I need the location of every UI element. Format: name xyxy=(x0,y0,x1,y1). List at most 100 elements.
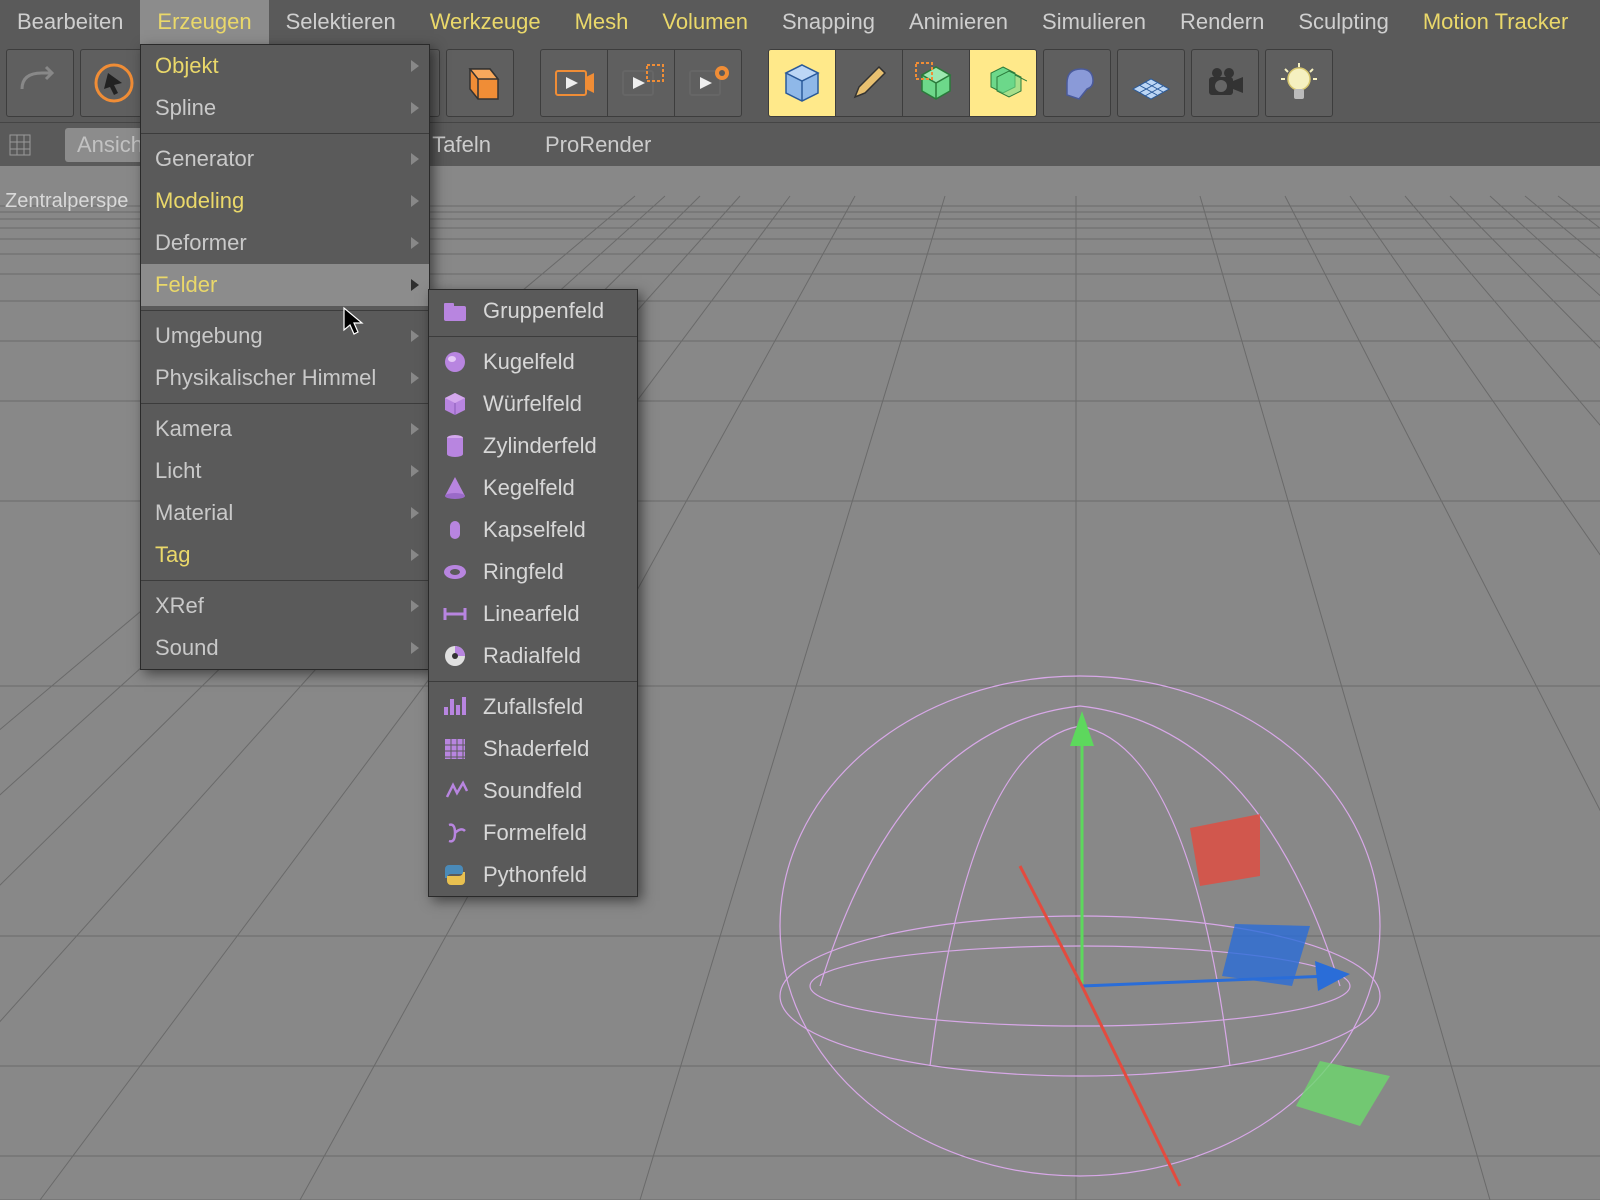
menuitem-felder[interactable]: Felder xyxy=(141,264,429,306)
menu-erzeugen[interactable]: Erzeugen xyxy=(140,0,268,44)
layout-anim-button[interactable] xyxy=(969,49,1037,117)
select-tool-button[interactable] xyxy=(80,49,148,117)
fielditem-soundfeld[interactable]: Soundfeld xyxy=(429,770,637,812)
grid-button[interactable] xyxy=(1117,49,1185,117)
cylinder-icon xyxy=(441,432,469,460)
fielditem-radialfeld[interactable]: Radialfeld xyxy=(429,635,637,677)
field-label: Soundfeld xyxy=(483,778,582,804)
render-region-button[interactable] xyxy=(607,49,675,117)
layout-uv-button[interactable] xyxy=(902,49,970,117)
torus-icon xyxy=(441,558,469,586)
field-label: Kegelfeld xyxy=(483,475,575,501)
shader-icon xyxy=(441,735,469,763)
menuitem-generator[interactable]: Generator xyxy=(141,138,429,180)
menu-motion-tracker[interactable]: Motion Tracker xyxy=(1406,0,1586,44)
menuitem-licht[interactable]: Licht xyxy=(141,450,429,492)
fielditem-zylinderfeld[interactable]: Zylinderfeld xyxy=(429,425,637,467)
field-label: Zylinderfeld xyxy=(483,433,597,459)
menuitem-umgebung[interactable]: Umgebung xyxy=(141,315,429,357)
viewbar-tafeln[interactable]: Tafeln xyxy=(420,128,503,162)
menuitem-material[interactable]: Material xyxy=(141,492,429,534)
chevron-right-icon xyxy=(411,102,419,114)
field-label: Kugelfeld xyxy=(483,349,575,375)
cone-icon xyxy=(441,474,469,502)
fielditem-zufallsfeld[interactable]: Zufallsfeld xyxy=(429,686,637,728)
field-label: Ringfeld xyxy=(483,559,564,585)
menuitem-xref[interactable]: XRef xyxy=(141,585,429,627)
menu-werkzeuge[interactable]: Werkzeuge xyxy=(413,0,558,44)
menuitem-kamera[interactable]: Kamera xyxy=(141,408,429,450)
chevron-right-icon xyxy=(411,600,419,612)
menuitem-physikalischer-himmel[interactable]: Physikalischer Himmel xyxy=(141,357,429,399)
sphere-icon xyxy=(441,348,469,376)
chevron-right-icon xyxy=(411,465,419,477)
chevron-right-icon xyxy=(411,237,419,249)
render-settings-button[interactable] xyxy=(674,49,742,117)
fielditem-kugelfeld[interactable]: Kugelfeld xyxy=(429,341,637,383)
sound-icon xyxy=(441,777,469,805)
chevron-right-icon xyxy=(411,642,419,654)
python-icon xyxy=(441,861,469,889)
shading-button[interactable] xyxy=(1043,49,1111,117)
fielditem-gruppenfeld[interactable]: Gruppenfeld xyxy=(429,290,637,332)
field-label: Würfelfeld xyxy=(483,391,582,417)
radial-icon xyxy=(441,642,469,670)
menuitem-objekt[interactable]: Objekt xyxy=(141,45,429,87)
menu-selektieren[interactable]: Selektieren xyxy=(269,0,413,44)
chevron-right-icon xyxy=(411,279,419,291)
menuitem-modeling[interactable]: Modeling xyxy=(141,180,429,222)
render-frame-button[interactable] xyxy=(540,49,608,117)
field-label: Pythonfeld xyxy=(483,862,587,888)
felder-submenu[interactable]: Gruppenfeld Kugelfeld Würfelfeld Zylinderfe… xyxy=(428,289,638,897)
menu-sculpting[interactable]: Sculpting xyxy=(1281,0,1406,44)
menuitem-tag[interactable]: Tag xyxy=(141,534,429,576)
field-label: Shaderfeld xyxy=(483,736,589,762)
undo-button[interactable] xyxy=(6,49,74,117)
field-label: Gruppenfeld xyxy=(483,298,604,324)
viewbar-prorender[interactable]: ProRender xyxy=(533,128,663,162)
menu-mesh[interactable]: Mesh xyxy=(558,0,646,44)
linear-icon xyxy=(441,600,469,628)
erzeugen-menu[interactable]: ObjektSpline GeneratorModelingDeformerFel… xyxy=(140,44,430,670)
capsule-icon xyxy=(441,516,469,544)
grid-icon xyxy=(5,130,35,160)
menu-volumen[interactable]: Volumen xyxy=(645,0,765,44)
menu-snapping[interactable]: Snapping xyxy=(765,0,892,44)
menuitem-spline[interactable]: Spline xyxy=(141,87,429,129)
folder-icon xyxy=(441,297,469,325)
chevron-right-icon xyxy=(411,195,419,207)
fielditem-formelfeld[interactable]: Formelfeld xyxy=(429,812,637,854)
random-icon xyxy=(441,693,469,721)
fielditem-kegelfeld[interactable]: Kegelfeld xyxy=(429,467,637,509)
cube-icon xyxy=(441,390,469,418)
light-button[interactable] xyxy=(1265,49,1333,117)
field-label: Linearfeld xyxy=(483,601,580,627)
formula-icon xyxy=(441,819,469,847)
chevron-right-icon xyxy=(411,423,419,435)
menu-animieren[interactable]: Animieren xyxy=(892,0,1025,44)
field-label: Kapselfeld xyxy=(483,517,586,543)
menuitem-deformer[interactable]: Deformer xyxy=(141,222,429,264)
fielditem-ringfeld[interactable]: Ringfeld xyxy=(429,551,637,593)
fielditem-kapselfeld[interactable]: Kapselfeld xyxy=(429,509,637,551)
layout-model-button[interactable] xyxy=(768,49,836,117)
menubar: BearbeitenErzeugenSelektierenWerkzeugeMe… xyxy=(0,0,1600,44)
layout-sculpt-button[interactable] xyxy=(835,49,903,117)
chevron-right-icon xyxy=(411,60,419,72)
chevron-right-icon xyxy=(411,153,419,165)
fielditem-shaderfeld[interactable]: Shaderfeld xyxy=(429,728,637,770)
coord-system-button[interactable] xyxy=(446,49,514,117)
field-label: Radialfeld xyxy=(483,643,581,669)
field-label: Formelfeld xyxy=(483,820,587,846)
fielditem-würfelfeld[interactable]: Würfelfeld xyxy=(429,383,637,425)
fielditem-linearfeld[interactable]: Linearfeld xyxy=(429,593,637,635)
menu-rendern[interactable]: Rendern xyxy=(1163,0,1281,44)
menuitem-sound[interactable]: Sound xyxy=(141,627,429,669)
fielditem-pythonfeld[interactable]: Pythonfeld xyxy=(429,854,637,896)
render-group xyxy=(540,49,742,117)
camera-button[interactable] xyxy=(1191,49,1259,117)
chevron-right-icon xyxy=(411,330,419,342)
menu-simulieren[interactable]: Simulieren xyxy=(1025,0,1163,44)
chevron-right-icon xyxy=(411,372,419,384)
menu-bearbeiten[interactable]: Bearbeiten xyxy=(0,0,140,44)
